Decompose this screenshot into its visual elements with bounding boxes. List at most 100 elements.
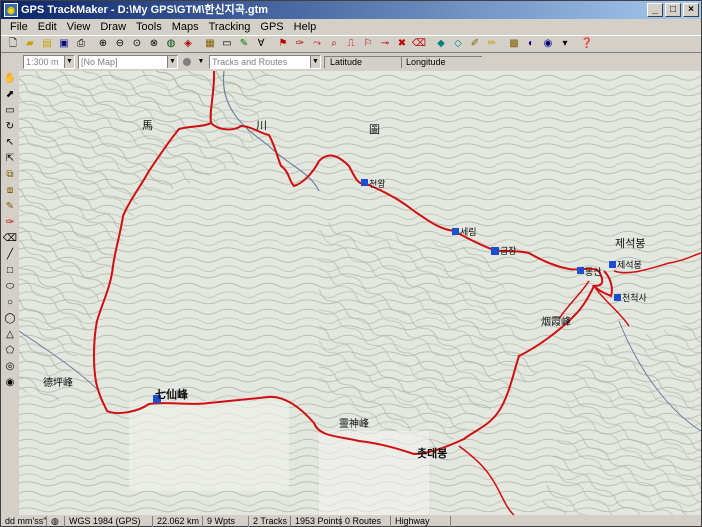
open-icon[interactable]: ▤ (39, 36, 55, 52)
waypoint-marker[interactable] (614, 294, 621, 301)
zoom-all-icon[interactable]: ⊗ (146, 36, 162, 52)
chevron-down-icon[interactable]: ▼ (167, 56, 177, 68)
pencil-icon[interactable]: ✎ (2, 200, 18, 214)
datum: WGS 1984 (GPS) (65, 516, 153, 527)
waypoint-marker[interactable] (452, 228, 459, 235)
target-icon[interactable]: ◎ (2, 360, 18, 374)
chevron-down-icon[interactable]: ▼ (196, 54, 206, 70)
triangle-icon[interactable]: △ (2, 328, 18, 342)
help-icon[interactable]: ❓ (579, 36, 595, 52)
sun-icon[interactable]: ▾ (557, 36, 573, 52)
scale-combo[interactable]: 1:300 m ▼ (23, 55, 75, 69)
status-bar: dd mm'ss" ◍ WGS 1984 (GPS) 22.062 km 9 W… (1, 516, 701, 527)
map-label: 제석봉 (615, 237, 645, 250)
layers-icon[interactable]: ⧉ (2, 168, 18, 182)
main-toolbar: 🗋 ▰ ▤ ▣ ⎙ ⊕ ⊖ ⊙ ⊗ ◍ ◈ ▦ ▭ ✎ Ɐ ⚑ ✑ ⤳ ⌕ ⎍ … (1, 35, 701, 53)
select-point-icon[interactable]: ⇱ (2, 152, 18, 166)
waypoint-marker[interactable] (609, 261, 616, 268)
new-file-icon[interactable]: 🗋 (5, 36, 21, 52)
menu-help[interactable]: Help (289, 19, 322, 35)
rectangle-icon[interactable]: □ (2, 264, 18, 278)
filter-icon[interactable]: ⎍ (343, 36, 359, 52)
select-arrow-icon[interactable]: ⬈ (2, 88, 18, 102)
waypoint-marker[interactable] (577, 267, 584, 274)
menu-maps[interactable]: Maps (167, 19, 204, 35)
map-combo[interactable]: [No Map] ▼ (78, 55, 178, 69)
print-icon[interactable]: ⎙ (73, 36, 89, 52)
compass-icon[interactable]: ◈ (180, 36, 196, 52)
zoom-in-icon[interactable]: ⊕ (95, 36, 111, 52)
zoom-window-icon[interactable]: ⊙ (129, 36, 145, 52)
map-label: 靈神峰 (339, 417, 369, 430)
edit-points-icon[interactable]: ✎ (236, 36, 252, 52)
menu-draw[interactable]: Draw (95, 19, 131, 35)
eraser-icon[interactable]: ⌫ (2, 232, 18, 246)
open-folder-icon[interactable]: ▰ (22, 36, 38, 52)
gps-receive-icon[interactable]: ◆ (433, 36, 449, 52)
chevron-down-icon[interactable]: ▼ (64, 56, 74, 68)
minimize-button[interactable]: _ (647, 3, 663, 17)
hand-icon[interactable]: ✋ (2, 72, 18, 86)
pin-icon[interactable]: ⊸ (377, 36, 393, 52)
menu-edit[interactable]: Edit (33, 19, 62, 35)
maximize-button[interactable]: □ (665, 3, 681, 17)
map-value: [No Map] (81, 57, 118, 67)
paint-icon[interactable]: ✑ (2, 216, 18, 230)
tracks-placeholder: Tracks and Routes (212, 57, 288, 67)
mark-icon[interactable]: ✖ (394, 36, 410, 52)
circle-icon[interactable]: ○ (2, 296, 18, 310)
erase-icon[interactable]: ⌫ (411, 36, 427, 52)
highlighter-icon[interactable]: ✏ (484, 36, 500, 52)
close-button[interactable]: × (683, 3, 699, 17)
grid-icon[interactable]: ▦ (202, 36, 218, 52)
title-bar: ◉ GPS TrackMaker - D:\My GPS\GTM\한신지곡.gt… (1, 1, 701, 19)
gps-send-icon[interactable]: ◇ (450, 36, 466, 52)
navigate-icon[interactable]: ◐ (523, 36, 539, 52)
menu-tracking[interactable]: Tracking (204, 19, 256, 35)
search-icon[interactable]: ⌕ (326, 36, 342, 52)
menu-bar: File Edit View Draw Tools Maps Tracking … (1, 19, 701, 35)
tracks-combo[interactable]: Tracks and Routes ▼ (209, 55, 321, 69)
topographic-map[interactable]: 천왕 세림 금장 동산 제석봉 천척사 제석봉 七仙峰 德坪峰 靈神峰 촛대봉 … (19, 71, 701, 515)
rectangle-select-icon[interactable]: ▭ (2, 104, 18, 118)
route-tool-icon[interactable]: ⤳ (309, 36, 325, 52)
pointer-icon[interactable]: ↖ (2, 136, 18, 150)
circle-alt-icon[interactable]: ◯ (2, 312, 18, 326)
save-icon[interactable]: ▣ (56, 36, 72, 52)
globe-icon[interactable]: ◍ (163, 36, 179, 52)
distance: 22.062 km (153, 516, 203, 527)
waypoint-marker[interactable] (361, 179, 368, 186)
waypoint-label: 금장 (500, 246, 517, 257)
waypoint-label: 제석봉 (617, 260, 642, 271)
menu-view[interactable]: View (62, 19, 96, 35)
app-window: ◉ GPS TrackMaker - D:\My GPS\GTM\한신지곡.gt… (0, 0, 702, 527)
menu-file[interactable]: File (5, 19, 33, 35)
point-count: 1953 Points (291, 516, 343, 527)
map-canvas[interactable]: 천왕 세림 금장 동산 제석봉 천척사 제석봉 七仙峰 德坪峰 靈神峰 촛대봉 … (19, 71, 701, 515)
flag-icon[interactable]: ⚐ (360, 36, 376, 52)
map-label: 圖 (369, 123, 380, 136)
coord-format: dd mm'ss" (1, 516, 47, 527)
globe-icon: ◍ (47, 516, 65, 527)
layers-alt-icon[interactable]: ⧈ (2, 184, 18, 198)
rotate-icon[interactable]: ↻ (2, 120, 18, 134)
text-tool-icon[interactable]: Ɐ (253, 36, 269, 52)
waypoint-count: 9 Wpts (203, 516, 249, 527)
ellipse-icon[interactable]: ⬭ (2, 280, 18, 294)
photo-icon[interactable]: ▩ (506, 36, 522, 52)
chevron-down-icon[interactable]: ▼ (310, 56, 320, 68)
ruler-icon[interactable]: ▭ (219, 36, 235, 52)
waypoint-marker[interactable] (491, 247, 499, 255)
waypoint-tool-icon[interactable]: ⚑ (275, 36, 291, 52)
disk-icon[interactable]: ◉ (540, 36, 556, 52)
menu-gps[interactable]: GPS (255, 19, 288, 35)
line-icon[interactable]: ╱ (2, 248, 18, 262)
marker-icon[interactable]: ◉ (2, 376, 18, 390)
track-edit-icon[interactable]: ✐ (467, 36, 483, 52)
pentagon-icon[interactable]: ⬠ (2, 344, 18, 358)
waypoint-label: 천척사 (622, 293, 648, 304)
track-tool-icon[interactable]: ✑ (292, 36, 308, 52)
menu-tools[interactable]: Tools (131, 19, 167, 35)
record-icon[interactable] (181, 56, 193, 68)
zoom-out-icon[interactable]: ⊖ (112, 36, 128, 52)
